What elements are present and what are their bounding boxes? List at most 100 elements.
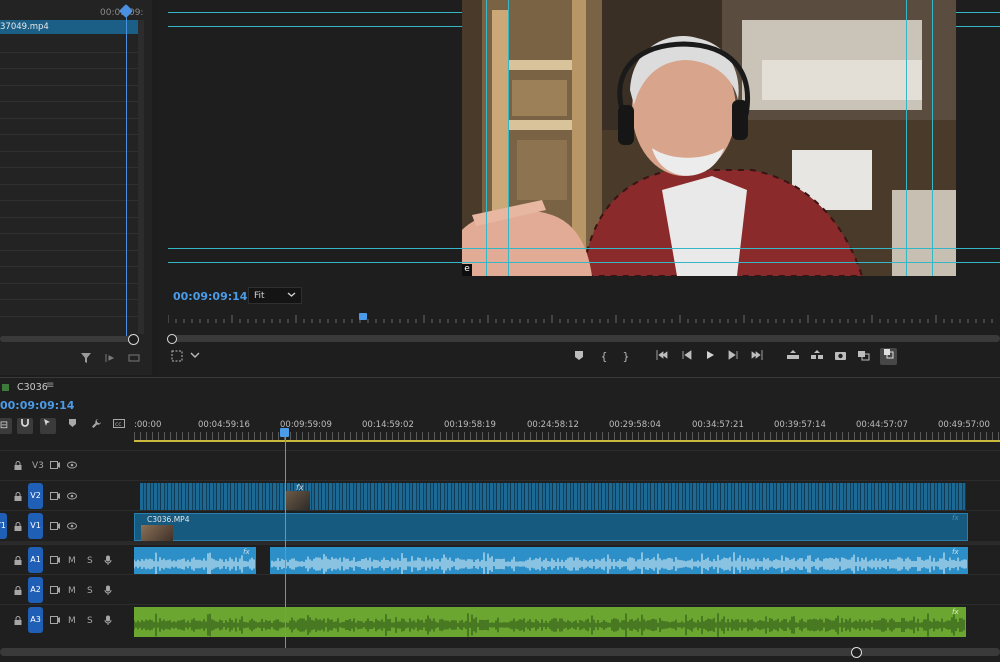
mute-button[interactable]: M	[68, 586, 76, 596]
svg-text:cc: cc	[115, 421, 122, 428]
list-item[interactable]	[0, 284, 138, 300]
lift-icon[interactable]	[786, 350, 800, 363]
linked-selection-icon[interactable]	[40, 418, 56, 434]
timeline-timecode[interactable]: 00:09:09:14	[0, 399, 74, 412]
mark-out-icon[interactable]: }	[619, 350, 633, 363]
track-target-a1[interactable]: A1	[28, 547, 43, 573]
overwrite-icon[interactable]	[128, 352, 140, 367]
eye-icon[interactable]	[67, 461, 77, 472]
source-patch-v1[interactable]: V1	[0, 513, 7, 539]
list-item[interactable]	[0, 234, 138, 251]
timeline-time-ruler[interactable]	[134, 432, 1000, 442]
program-playhead[interactable]	[359, 313, 367, 320]
list-item[interactable]	[0, 168, 138, 185]
v2-clip-thumbnail[interactable]	[286, 491, 310, 510]
track-target-a3[interactable]: A3	[28, 607, 43, 633]
play-icon[interactable]	[703, 350, 717, 363]
sequence-tab-label[interactable]: C3036	[17, 382, 48, 393]
source-playhead-line	[126, 12, 127, 336]
list-item[interactable]	[0, 251, 138, 267]
list-item[interactable]	[0, 185, 138, 201]
list-item[interactable]	[0, 218, 138, 234]
program-time-ruler[interactable]	[168, 312, 1000, 324]
chevron-down-icon	[287, 290, 296, 302]
v2-clip-strip[interactable]	[140, 483, 966, 510]
program-zoom-handle[interactable]	[167, 334, 177, 344]
step-back-icon[interactable]	[680, 350, 694, 363]
track-v3: V3	[0, 450, 1000, 480]
insert-nest-icon[interactable]: ⊟	[0, 418, 12, 434]
ruler-tick-label: 00:34:57:21	[692, 420, 744, 430]
eye-icon[interactable]	[67, 492, 77, 503]
lock-icon[interactable]	[14, 556, 22, 568]
sync-lock-icon[interactable]	[50, 586, 60, 597]
microphone-icon[interactable]	[104, 585, 112, 599]
timeline-zoom-handle[interactable]	[851, 647, 862, 658]
step-forward-icon[interactable]	[726, 350, 740, 363]
snap-icon[interactable]	[17, 418, 33, 434]
sync-lock-icon[interactable]	[50, 556, 60, 567]
zoom-level-select[interactable]: Fit	[248, 287, 302, 304]
wrench-icon[interactable]	[88, 418, 104, 434]
program-scrollbar[interactable]	[168, 335, 1000, 342]
list-item[interactable]	[0, 69, 138, 86]
list-item[interactable]	[0, 267, 138, 284]
source-zoom-handle[interactable]	[128, 334, 139, 345]
solo-button[interactable]: S	[87, 556, 93, 566]
sync-lock-icon[interactable]	[50, 461, 60, 472]
list-item[interactable]	[0, 53, 138, 69]
list-item[interactable]	[0, 135, 138, 152]
v1-clip[interactable]	[134, 513, 968, 541]
sync-lock-icon[interactable]	[50, 492, 60, 503]
list-item[interactable]	[0, 152, 138, 168]
go-to-out-icon[interactable]	[750, 350, 764, 363]
captions-icon[interactable]: cc	[111, 418, 127, 434]
track-target-v1[interactable]: V1	[28, 513, 43, 539]
lock-icon[interactable]	[14, 492, 22, 504]
ruler-tick-label: 00:49:57:00	[938, 420, 990, 430]
zoom-level-value: Fit	[254, 291, 265, 301]
list-item[interactable]	[0, 102, 138, 119]
track-target-v2[interactable]: V2	[28, 483, 43, 509]
list-item[interactable]	[0, 86, 138, 102]
lock-icon[interactable]	[14, 461, 22, 473]
timeline-scrollbar[interactable]	[0, 648, 1000, 656]
mark-in-icon[interactable]: {	[597, 350, 611, 363]
eye-icon[interactable]	[67, 522, 77, 533]
lock-icon[interactable]	[14, 586, 22, 598]
v1-clip-thumbnail	[141, 525, 173, 541]
timeline-playhead[interactable]	[280, 428, 289, 437]
extract-icon[interactable]	[810, 350, 824, 363]
list-item[interactable]	[0, 36, 138, 53]
ruler-tick-label: 00:19:58:19	[444, 420, 496, 430]
export-frame-icon[interactable]	[833, 350, 847, 363]
insert-icon[interactable]	[104, 352, 116, 367]
source-horizontal-scrollbar[interactable]	[0, 336, 134, 342]
multi-camera-icon[interactable]	[856, 350, 870, 364]
go-to-in-icon[interactable]	[655, 350, 669, 363]
list-item[interactable]	[0, 300, 138, 317]
mute-button[interactable]: M	[68, 556, 76, 566]
list-item[interactable]	[0, 201, 138, 218]
comparison-view-icon[interactable]	[880, 348, 897, 365]
solo-button[interactable]: S	[87, 616, 93, 626]
add-marker-icon[interactable]	[64, 418, 80, 434]
panel-menu-icon[interactable]: ≡	[46, 380, 54, 391]
sync-lock-icon[interactable]	[50, 522, 60, 533]
marker-icon[interactable]	[572, 350, 586, 364]
sync-lock-icon[interactable]	[50, 616, 60, 627]
source-vertical-scrollbar[interactable]	[138, 20, 144, 334]
microphone-icon[interactable]	[104, 615, 112, 629]
safe-margins-icon[interactable]	[170, 350, 184, 365]
solo-button[interactable]: S	[87, 586, 93, 596]
lock-icon[interactable]	[14, 522, 22, 534]
track-target-a2[interactable]: A2	[28, 577, 43, 603]
fx-badge: fx	[243, 548, 250, 556]
list-item[interactable]	[0, 119, 138, 135]
lock-icon[interactable]	[14, 616, 22, 628]
microphone-icon[interactable]	[104, 555, 112, 569]
mute-button[interactable]: M	[68, 616, 76, 626]
filter-icon[interactable]	[80, 352, 92, 367]
program-timecode[interactable]: 00:09:09:14	[173, 290, 247, 303]
settings-chevron-icon[interactable]	[188, 350, 202, 363]
